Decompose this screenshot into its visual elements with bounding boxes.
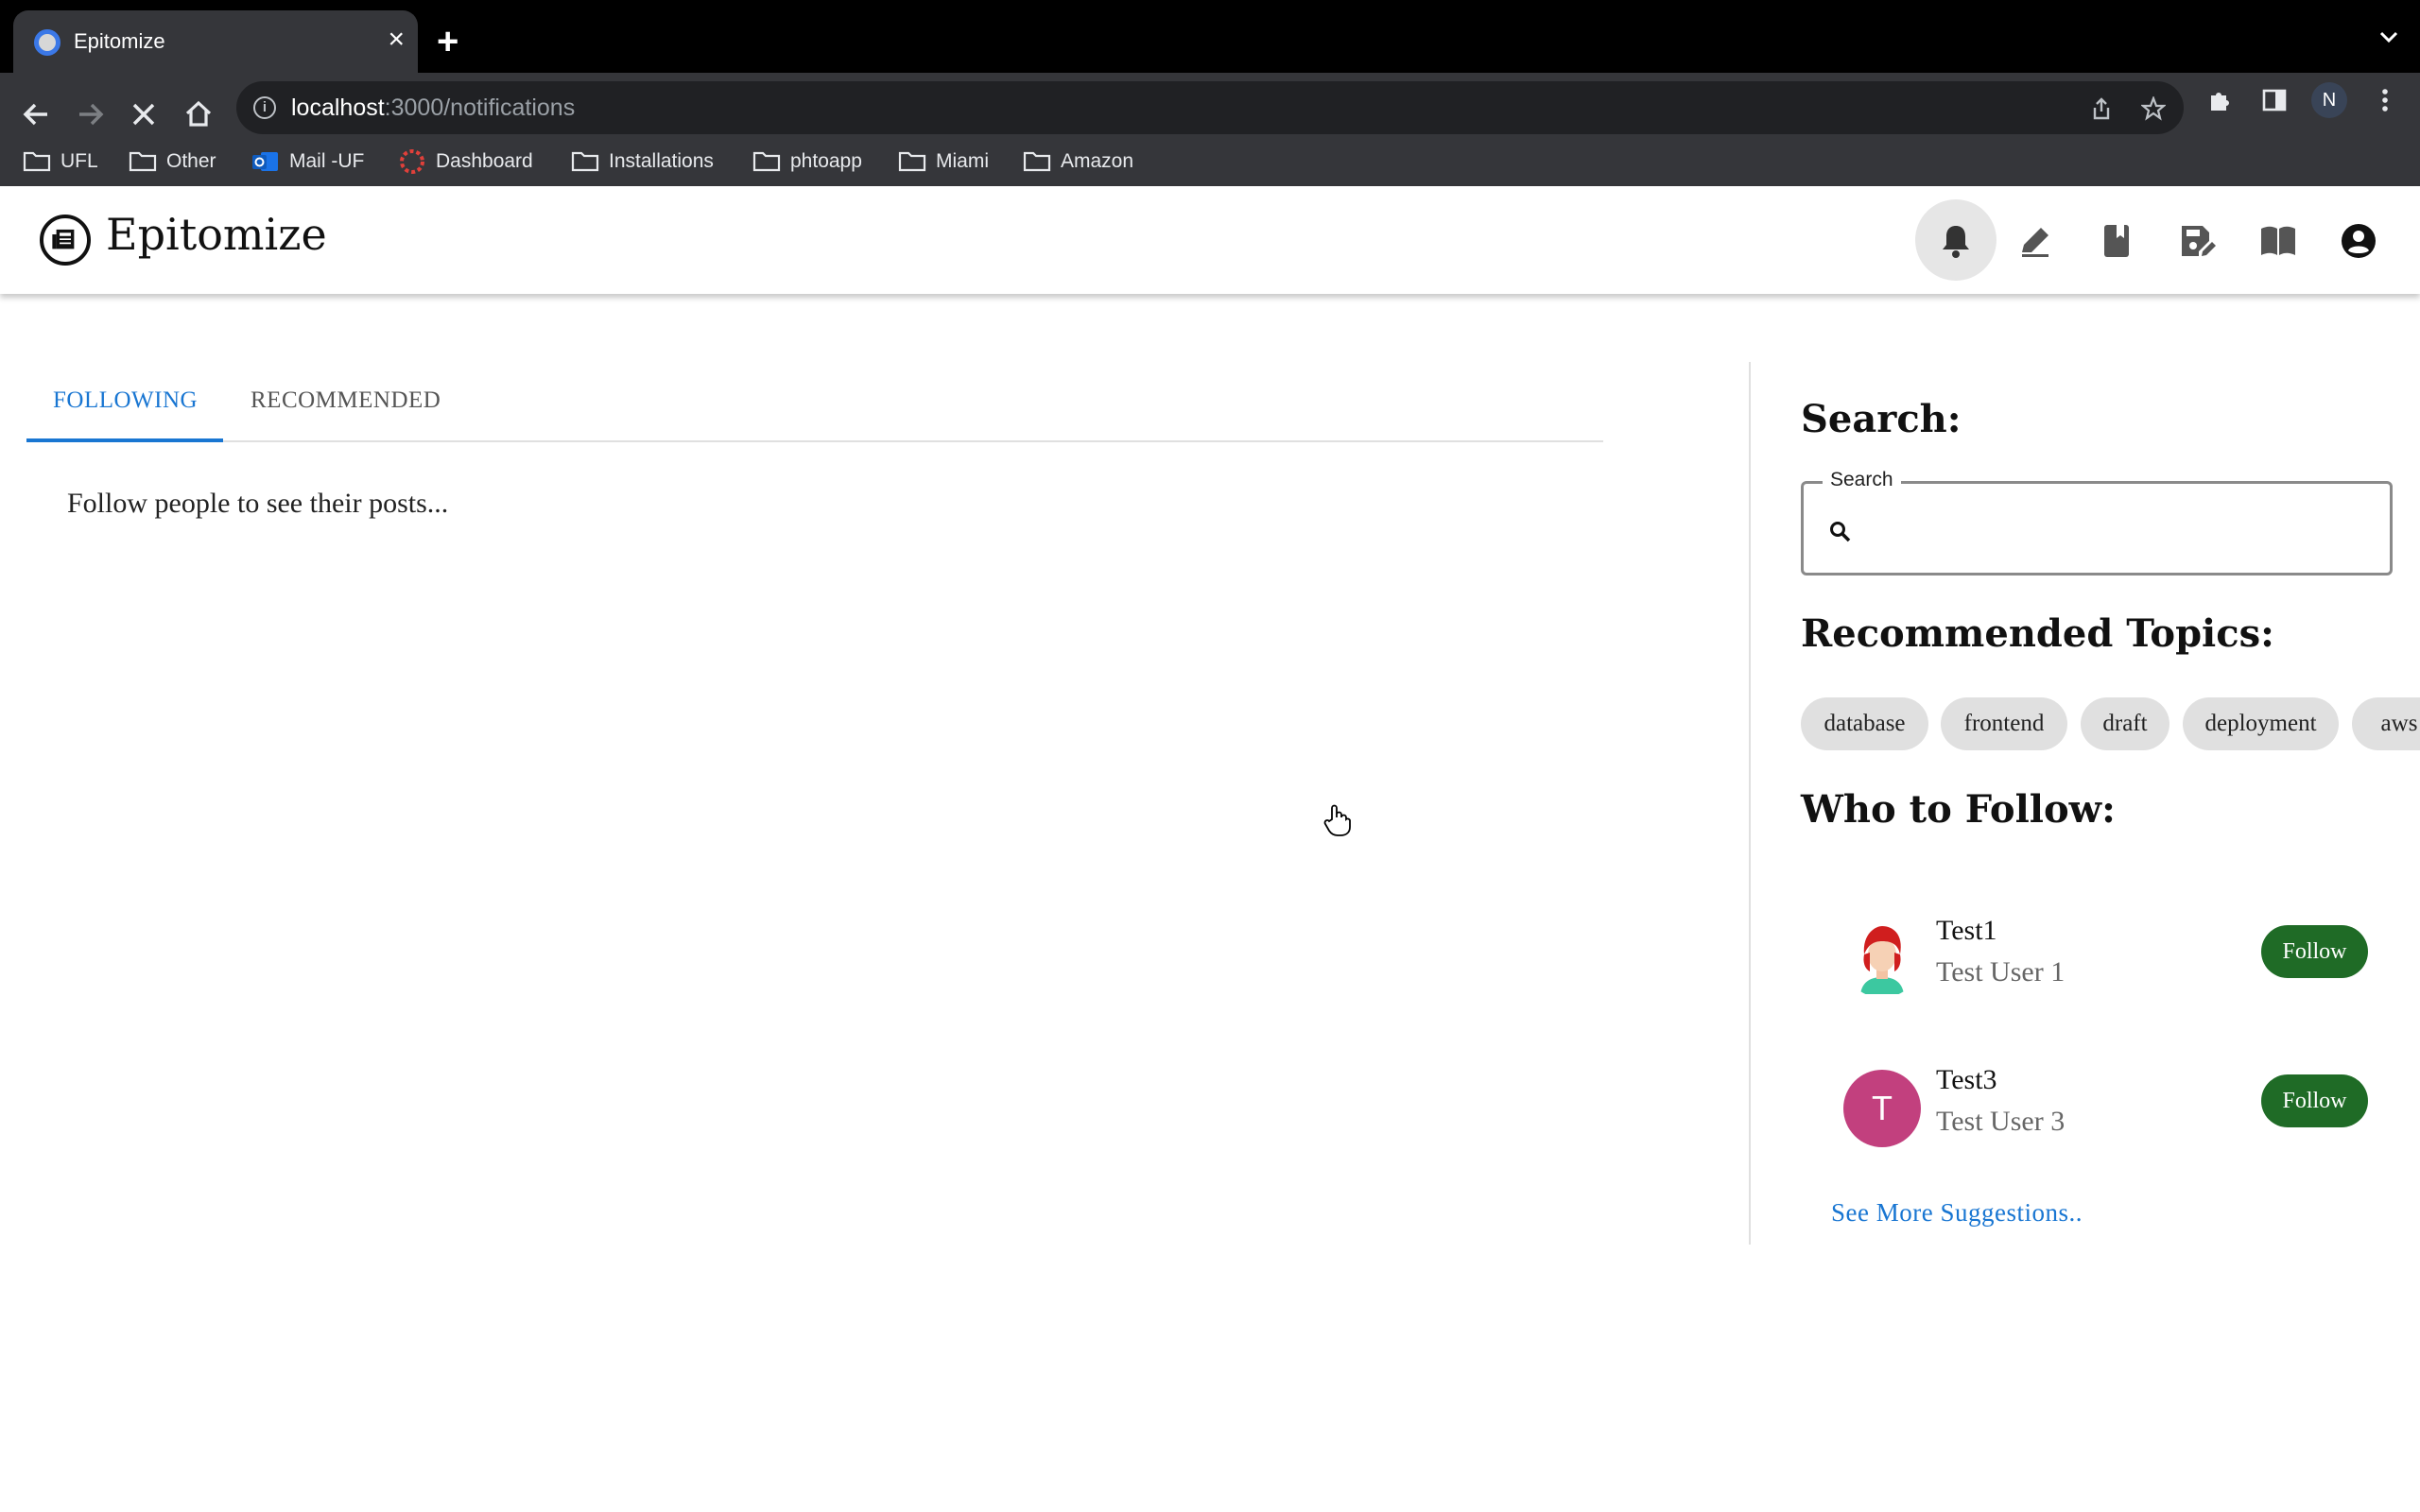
- follow-button[interactable]: Follow: [2261, 1074, 2368, 1127]
- newspaper-logo-icon[interactable]: [40, 215, 91, 266]
- bookmark-mail-uf[interactable]: Mail -UF: [251, 146, 364, 178]
- tab-title: Epitomize: [74, 29, 165, 53]
- new-tab-icon[interactable]: +: [437, 23, 458, 60]
- active-tab-indicator: [26, 438, 223, 442]
- browser-tab[interactable]: Epitomize ×: [13, 10, 418, 73]
- person-avatar-icon[interactable]: [1843, 920, 1921, 998]
- browser-tabstrip: Epitomize × +: [0, 0, 2420, 73]
- follow-button[interactable]: Follow: [2261, 925, 2368, 978]
- bookmark-dashboard[interactable]: Dashboard: [398, 146, 533, 178]
- account-icon[interactable]: [2338, 220, 2379, 262]
- bookmark-label: Other: [166, 150, 216, 172]
- folder-icon: [898, 151, 926, 172]
- bookmarks-bar: UFL Other Mail -UF Dashboard Installatio…: [0, 138, 2420, 185]
- follow-suggestion: T Test3 Test User 3 Follow: [1843, 1064, 2368, 1155]
- bookmark-star-icon[interactable]: [2141, 96, 2166, 121]
- share-icon[interactable]: [2089, 96, 2114, 121]
- folder-icon: [571, 151, 599, 172]
- suggestion-username: Test User 3: [1936, 1106, 2066, 1137]
- tab-recommended[interactable]: RECOMMENDED: [251, 387, 441, 414]
- folder-icon: [129, 151, 157, 172]
- forward-icon[interactable]: [72, 95, 110, 133]
- hand-cursor-icon: [1323, 804, 1351, 836]
- topics-heading: Recommended Topics:: [1801, 611, 2274, 656]
- topic-chips: database frontend draft deployment aws: [1801, 697, 2420, 750]
- bookmark-phtoapp[interactable]: phtoapp: [752, 146, 862, 178]
- book-open-icon[interactable]: [2257, 220, 2299, 262]
- sidebar-divider: [1749, 362, 1751, 1245]
- pencil-icon[interactable]: [2014, 220, 2056, 262]
- tab-following[interactable]: FOLLOWING: [53, 387, 198, 414]
- bookmark-miami[interactable]: Miami: [898, 146, 989, 178]
- home-icon[interactable]: [180, 95, 217, 133]
- bookmark-label: Installations: [609, 150, 714, 172]
- url-text: localhost:3000/notifications: [291, 94, 575, 122]
- bell-icon[interactable]: [1935, 220, 1977, 262]
- feed-tabs: FOLLOWING RECOMMENDED: [26, 365, 1603, 442]
- folder-icon: [1023, 151, 1051, 172]
- search-heading: Search:: [1801, 397, 1962, 441]
- follow-suggestion: Test1 Test User 1 Follow: [1843, 915, 2368, 1005]
- tab-close-icon[interactable]: ×: [388, 26, 405, 54]
- empty-feed-message: Follow people to see their posts...: [67, 488, 449, 519]
- suggestion-name[interactable]: Test1: [1936, 915, 1997, 947]
- bookmark-label: Dashboard: [436, 150, 533, 172]
- url-path: :3000/notifications: [384, 94, 576, 121]
- site-info-icon[interactable]: i: [253, 96, 276, 119]
- bookmark-other[interactable]: Other: [129, 146, 216, 178]
- address-bar[interactable]: i localhost:3000/notifications: [236, 81, 2184, 134]
- save-edit-icon[interactable]: [2176, 220, 2218, 262]
- bookmark-label: UFL: [60, 150, 98, 172]
- stop-loading-icon[interactable]: [125, 95, 163, 133]
- suggestion-username: Test User 1: [1936, 956, 2066, 988]
- bookmark-installations[interactable]: Installations: [571, 146, 714, 178]
- avatar[interactable]: T: [1843, 1070, 1921, 1147]
- outlook-icon: [252, 152, 278, 171]
- topic-chip-frontend[interactable]: frontend: [1941, 697, 2067, 750]
- folder-icon: [23, 151, 51, 172]
- search-field[interactable]: Search: [1801, 469, 2393, 576]
- search-icon: [1830, 522, 1851, 542]
- url-host: localhost: [291, 94, 385, 121]
- tab-search-chevron-icon[interactable]: [2378, 26, 2399, 47]
- search-label: Search: [1823, 469, 1901, 491]
- bookmark-label: Amazon: [1061, 150, 1134, 172]
- topic-chip-deployment[interactable]: deployment: [2183, 697, 2339, 750]
- side-panel-icon[interactable]: [2260, 86, 2289, 114]
- search-input[interactable]: [1866, 510, 2358, 552]
- app-name[interactable]: Epitomize: [106, 209, 327, 260]
- browser-menu-icon[interactable]: [2371, 86, 2399, 114]
- bookmark-amazon[interactable]: Amazon: [1023, 146, 1133, 178]
- extensions-icon[interactable]: [2206, 86, 2235, 114]
- who-to-follow-heading: Who to Follow:: [1801, 787, 2116, 832]
- dashboard-icon: [400, 149, 424, 174]
- bookmark-label: Mail -UF: [289, 150, 365, 172]
- topic-chip-database[interactable]: database: [1801, 697, 1928, 750]
- book-icon[interactable]: [2096, 220, 2137, 262]
- topic-chip-aws[interactable]: aws: [2352, 697, 2420, 750]
- suggestion-name[interactable]: Test3: [1936, 1064, 1997, 1096]
- bookmark-label: Miami: [936, 150, 989, 172]
- see-more-suggestions-link[interactable]: See More Suggestions..: [1831, 1198, 2083, 1228]
- bookmark-ufl[interactable]: UFL: [23, 146, 98, 178]
- bookmark-label: phtoapp: [790, 150, 862, 172]
- favicon-icon: [34, 29, 60, 56]
- back-icon[interactable]: [17, 95, 55, 133]
- folder-icon: [752, 151, 781, 172]
- app-header: Epitomize: [0, 186, 2420, 294]
- profile-avatar[interactable]: N: [2311, 82, 2347, 118]
- topic-chip-draft[interactable]: draft: [2081, 697, 2169, 750]
